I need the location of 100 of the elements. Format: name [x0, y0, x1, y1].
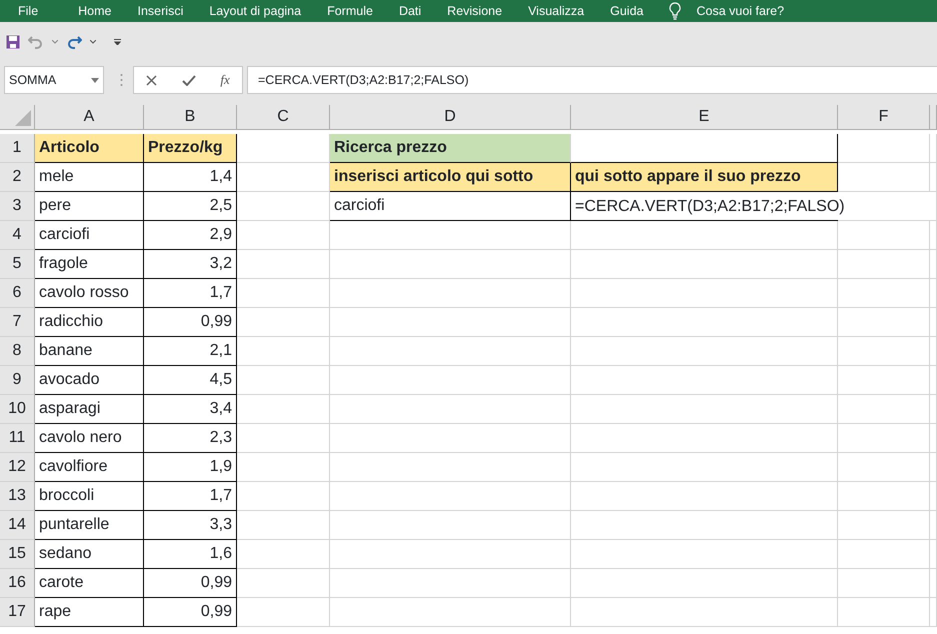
grid-cell[interactable] [930, 511, 937, 540]
table-cell[interactable]: broccoli [35, 482, 144, 511]
grid-cell[interactable] [237, 424, 330, 453]
grid-cell[interactable] [930, 424, 937, 453]
ribbon-tab[interactable]: Visualizza [515, 0, 598, 22]
formula-bar[interactable]: =CERCA.VERT(D3;A2:B17;2;FALSO) [247, 66, 937, 94]
ribbon-tab[interactable]: Inserisci [124, 0, 196, 22]
table-cell[interactable]: fragole [35, 250, 144, 279]
column-header[interactable]: A [35, 105, 144, 130]
row-header[interactable]: 2 [0, 163, 35, 192]
ribbon-tab[interactable]: Layout di pagina [196, 0, 314, 22]
row-header[interactable]: 3 [0, 192, 35, 221]
grid-cell[interactable] [330, 221, 571, 250]
caret-icon[interactable] [52, 40, 58, 44]
table-cell[interactable]: 0,99 [144, 308, 237, 337]
grid-cell[interactable] [930, 569, 937, 598]
table-cell[interactable]: cavolfiore [35, 453, 144, 482]
ribbon-tab[interactable]: Revisione [434, 0, 516, 22]
grid-cell[interactable] [930, 540, 937, 569]
grid-cell[interactable] [330, 569, 571, 598]
grid-cell[interactable] [330, 366, 571, 395]
grid-cell[interactable] [237, 453, 330, 482]
table-cell[interactable]: carciofi [35, 221, 144, 250]
grid-cell[interactable] [930, 366, 937, 395]
grid-cell[interactable] [571, 279, 838, 308]
row-header[interactable]: 9 [0, 366, 35, 395]
table-cell[interactable]: radicchio [35, 308, 144, 337]
row-header[interactable]: 12 [0, 453, 35, 482]
grid-cell[interactable] [838, 482, 930, 511]
check-icon[interactable] [182, 74, 196, 86]
row-header[interactable]: 7 [0, 308, 35, 337]
grid-cell[interactable] [838, 511, 930, 540]
table-cell[interactable]: pere [35, 192, 144, 221]
caret-icon[interactable] [90, 40, 96, 44]
row-header[interactable]: 8 [0, 337, 35, 366]
table-cell[interactable]: 3,4 [144, 395, 237, 424]
grid-cell[interactable] [237, 569, 330, 598]
ribbon-tab[interactable]: Formule [314, 0, 386, 22]
row-header[interactable]: 5 [0, 250, 35, 279]
table-cell[interactable]: 0,99 [144, 598, 237, 627]
grid-cell[interactable] [237, 308, 330, 337]
table-cell[interactable]: cavolo nero [35, 424, 144, 453]
grid-cell[interactable] [838, 540, 930, 569]
grid-cell[interactable] [330, 308, 571, 337]
grid-cell[interactable] [930, 482, 937, 511]
table-cell[interactable]: Prezzo/kg [144, 134, 237, 163]
grid-cell[interactable] [237, 279, 330, 308]
grid-cell[interactable] [838, 308, 930, 337]
row-header[interactable]: 6 [0, 279, 35, 308]
grid-cell[interactable] [571, 366, 838, 395]
column-header[interactable]: F [838, 105, 930, 130]
grid-cell[interactable] [330, 395, 571, 424]
table-cell[interactable]: inserisci articolo qui sotto [330, 163, 571, 192]
row-header[interactable]: 14 [0, 511, 35, 540]
grid-cell[interactable] [571, 453, 838, 482]
table-cell[interactable]: Ricerca prezzo [330, 134, 571, 163]
table-cell[interactable]: carote [35, 569, 144, 598]
table-cell[interactable]: avocado [35, 366, 144, 395]
column-header[interactable]: D [330, 105, 571, 130]
grid-cell[interactable] [930, 221, 937, 250]
grid-cell[interactable] [571, 598, 838, 627]
name-box[interactable]: SOMMA [4, 66, 104, 94]
grid-cell[interactable] [838, 598, 930, 627]
grid-cell[interactable] [930, 598, 937, 627]
grid-cell[interactable] [838, 569, 930, 598]
grid-cell[interactable] [237, 598, 330, 627]
grid-cell[interactable] [330, 453, 571, 482]
table-cell[interactable]: rape [35, 598, 144, 627]
grid-cell[interactable] [930, 453, 937, 482]
table-cell[interactable]: mele [35, 163, 144, 192]
table-cell[interactable]: carciofi [330, 192, 571, 221]
table-cell[interactable]: 1,7 [144, 279, 237, 308]
grid-cell[interactable] [930, 395, 937, 424]
grid-cell[interactable] [330, 279, 571, 308]
grid-cell[interactable] [571, 424, 838, 453]
grid-cell[interactable] [237, 337, 330, 366]
table-cell[interactable]: banane [35, 337, 144, 366]
table-cell[interactable]: 1,6 [144, 540, 237, 569]
grid-cell[interactable] [237, 192, 330, 221]
row-header[interactable]: 11 [0, 424, 35, 453]
table-cell[interactable]: puntarelle [35, 511, 144, 540]
lightbulb-icon[interactable] [668, 2, 682, 20]
grid-cell[interactable] [571, 482, 838, 511]
grid-cell[interactable] [571, 511, 838, 540]
ribbon-tab[interactable]: Guida [597, 0, 656, 22]
grid-cell[interactable] [330, 511, 571, 540]
ribbon-tab[interactable]: Dati [386, 0, 434, 22]
table-cell[interactable]: 0,99 [144, 569, 237, 598]
column-header[interactable] [930, 105, 937, 130]
grid-cell[interactable] [237, 221, 330, 250]
table-cell[interactable]: 1,9 [144, 453, 237, 482]
row-header[interactable]: 16 [0, 569, 35, 598]
table-cell[interactable]: 2,1 [144, 337, 237, 366]
table-cell[interactable]: 3,2 [144, 250, 237, 279]
grid-cell[interactable] [930, 134, 937, 163]
table-cell[interactable]: 1,7 [144, 482, 237, 511]
table-cell[interactable]: 2,9 [144, 221, 237, 250]
table-cell[interactable]: 2,5 [144, 192, 237, 221]
tell-me-search[interactable]: Cosa vuoi fare? [696, 2, 784, 20]
table-cell[interactable]: Articolo [35, 134, 144, 163]
